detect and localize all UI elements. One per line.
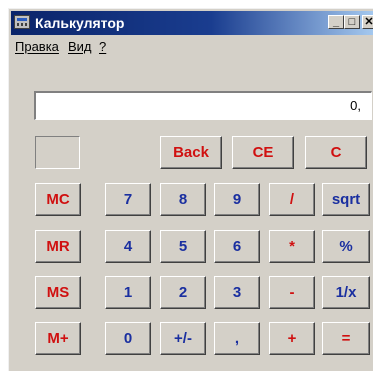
digit-7-button[interactable]: 7 — [105, 183, 151, 216]
memory-clear-button[interactable]: MC — [35, 183, 81, 216]
minimize-button[interactable]: _ — [328, 15, 344, 29]
menu-bar: Правка Вид ? — [11, 37, 371, 57]
display-value: 0, — [350, 98, 361, 113]
backspace-button[interactable]: Back — [160, 136, 222, 169]
result-display: 0, — [34, 91, 372, 120]
digit-9-button[interactable]: 9 — [214, 183, 260, 216]
clear-button[interactable]: C — [305, 136, 367, 169]
sqrt-button[interactable]: sqrt — [322, 183, 370, 216]
memory-recall-button[interactable]: MR — [35, 230, 81, 263]
memory-indicator — [35, 136, 80, 169]
sign-toggle-button[interactable]: +/- — [160, 322, 206, 355]
menu-view[interactable]: Вид — [68, 39, 92, 55]
decimal-button[interactable]: , — [214, 322, 260, 355]
memory-store-button[interactable]: MS — [35, 276, 81, 309]
calculator-app-icon[interactable] — [14, 15, 30, 29]
equals-button[interactable]: = — [322, 322, 370, 355]
subtract-button[interactable]: - — [269, 276, 315, 309]
digit-0-button[interactable]: 0 — [105, 322, 151, 355]
digit-6-button[interactable]: 6 — [214, 230, 260, 263]
multiply-button[interactable]: * — [269, 230, 315, 263]
title-bar[interactable]: Калькулятор _ □ ✕ — [11, 11, 373, 35]
calculator-window: Калькулятор _ □ ✕ Правка Вид ? 0, Back C… — [8, 8, 373, 371]
percent-button[interactable]: % — [322, 230, 370, 263]
reciprocal-button[interactable]: 1/x — [322, 276, 370, 309]
menu-help[interactable]: ? — [99, 39, 106, 55]
close-button[interactable]: ✕ — [362, 15, 373, 29]
menu-edit[interactable]: Правка — [15, 39, 59, 55]
digit-2-button[interactable]: 2 — [160, 276, 206, 309]
divide-button[interactable]: / — [269, 183, 315, 216]
window-title: Калькулятор — [35, 15, 125, 31]
digit-3-button[interactable]: 3 — [214, 276, 260, 309]
memory-add-button[interactable]: M+ — [35, 322, 81, 355]
add-button[interactable]: + — [269, 322, 315, 355]
clear-entry-button[interactable]: CE — [232, 136, 294, 169]
maximize-button[interactable]: □ — [344, 15, 360, 29]
digit-5-button[interactable]: 5 — [160, 230, 206, 263]
digit-1-button[interactable]: 1 — [105, 276, 151, 309]
digit-8-button[interactable]: 8 — [160, 183, 206, 216]
digit-4-button[interactable]: 4 — [105, 230, 151, 263]
